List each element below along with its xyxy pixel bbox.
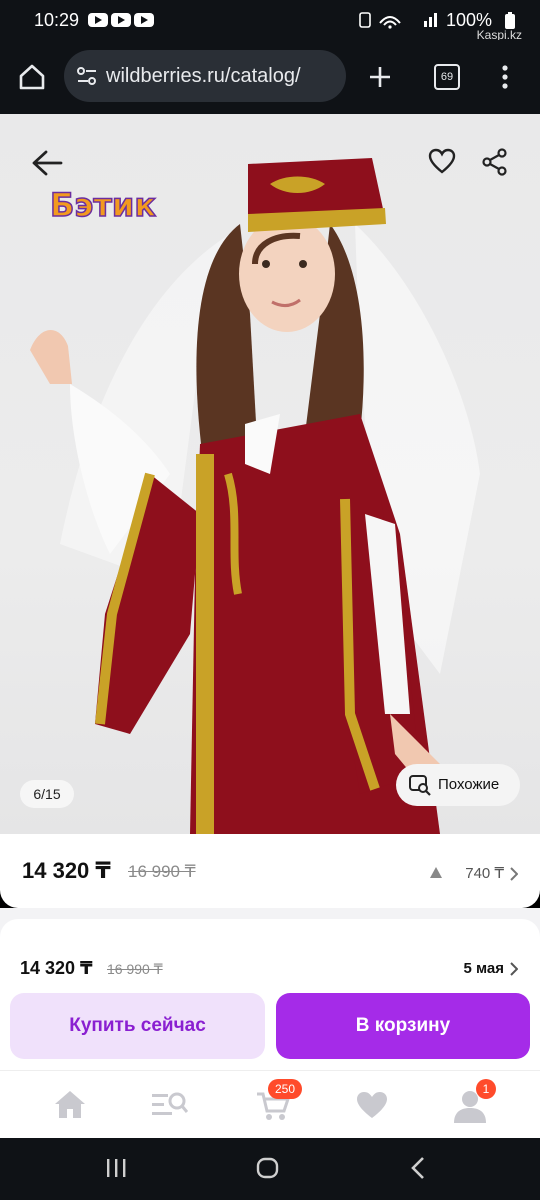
price-change-amount[interactable]: 740 ₸: [465, 864, 504, 882]
visual-search-icon: [409, 775, 431, 796]
recent-apps-icon[interactable]: [106, 1158, 128, 1178]
system-navigation-bar: [0, 1138, 540, 1200]
svg-text:Бэтик: Бэтик: [50, 186, 156, 224]
chevron-right-icon[interactable]: [510, 962, 518, 976]
nav-catalog[interactable]: [140, 1071, 200, 1139]
status-time: 10:29: [34, 10, 80, 30]
old-price: 16 990 ₸: [128, 862, 196, 881]
more-menu-icon[interactable]: [500, 64, 510, 90]
browser-toolbar: wildberries.ru/catalog/ 69: [0, 40, 540, 114]
panel-old-price: 16 990 ₸: [107, 961, 163, 977]
nav-profile[interactable]: 1: [440, 1071, 500, 1139]
bottom-navigation: 250 1: [0, 1070, 540, 1139]
nav-cart[interactable]: 250: [240, 1071, 302, 1139]
address-bar[interactable]: wildberries.ru/catalog/: [64, 50, 346, 102]
back-arrow-icon[interactable]: [30, 148, 64, 178]
cart-count-badge: 250: [268, 1079, 302, 1099]
new-tab-icon[interactable]: [368, 65, 392, 89]
batik-brand-logo: Бэтик: [49, 185, 157, 225]
youtube-notification-icon: [134, 13, 154, 27]
product-image-gallery[interactable]: Бэтик 6/15 Похожие: [0, 114, 540, 834]
nav-home[interactable]: [40, 1071, 100, 1139]
tab-switcher-button[interactable]: 69: [434, 64, 460, 90]
catalog-search-icon: [152, 1092, 188, 1115]
similar-products-label: Похожие: [438, 776, 500, 793]
home-button-icon[interactable]: [256, 1157, 280, 1179]
home-icon: [55, 1091, 85, 1118]
youtube-notification-icon: [88, 13, 108, 27]
chevron-right-icon[interactable]: [510, 867, 518, 881]
site-settings-icon[interactable]: [76, 66, 98, 86]
home-icon[interactable]: [18, 64, 46, 90]
share-icon[interactable]: [482, 148, 508, 176]
current-price: 14 320 ₸: [22, 858, 111, 883]
status-bar: 10:29 100% Kaspi.kz: [0, 0, 540, 42]
price-up-triangle-icon: [430, 867, 442, 878]
back-button-icon[interactable]: [410, 1156, 426, 1180]
nav-favorites[interactable]: [342, 1071, 402, 1139]
profile-notification-badge: 1: [476, 1079, 496, 1099]
heart-icon: [357, 1092, 387, 1118]
add-to-cart-button[interactable]: В корзину: [276, 993, 530, 1059]
similar-products-button[interactable]: Похожие: [396, 764, 520, 806]
favorite-heart-icon[interactable]: [428, 148, 456, 174]
panel-price: 14 320 ₸: [20, 958, 93, 978]
buy-now-button[interactable]: Купить сейчас: [10, 993, 265, 1059]
youtube-notification-icon: [111, 13, 131, 27]
image-counter: 6/15: [20, 780, 74, 808]
price-card: 14 320 ₸ 16 990 ₸ 740 ₸: [0, 834, 540, 908]
status-icons: [359, 12, 437, 29]
purchase-panel: 14 320 ₸ 16 990 ₸ 5 мая Купить сейчас В …: [0, 940, 540, 1070]
delivery-date[interactable]: 5 мая: [463, 960, 504, 977]
url-text[interactable]: wildberries.ru/catalog/: [106, 65, 301, 88]
